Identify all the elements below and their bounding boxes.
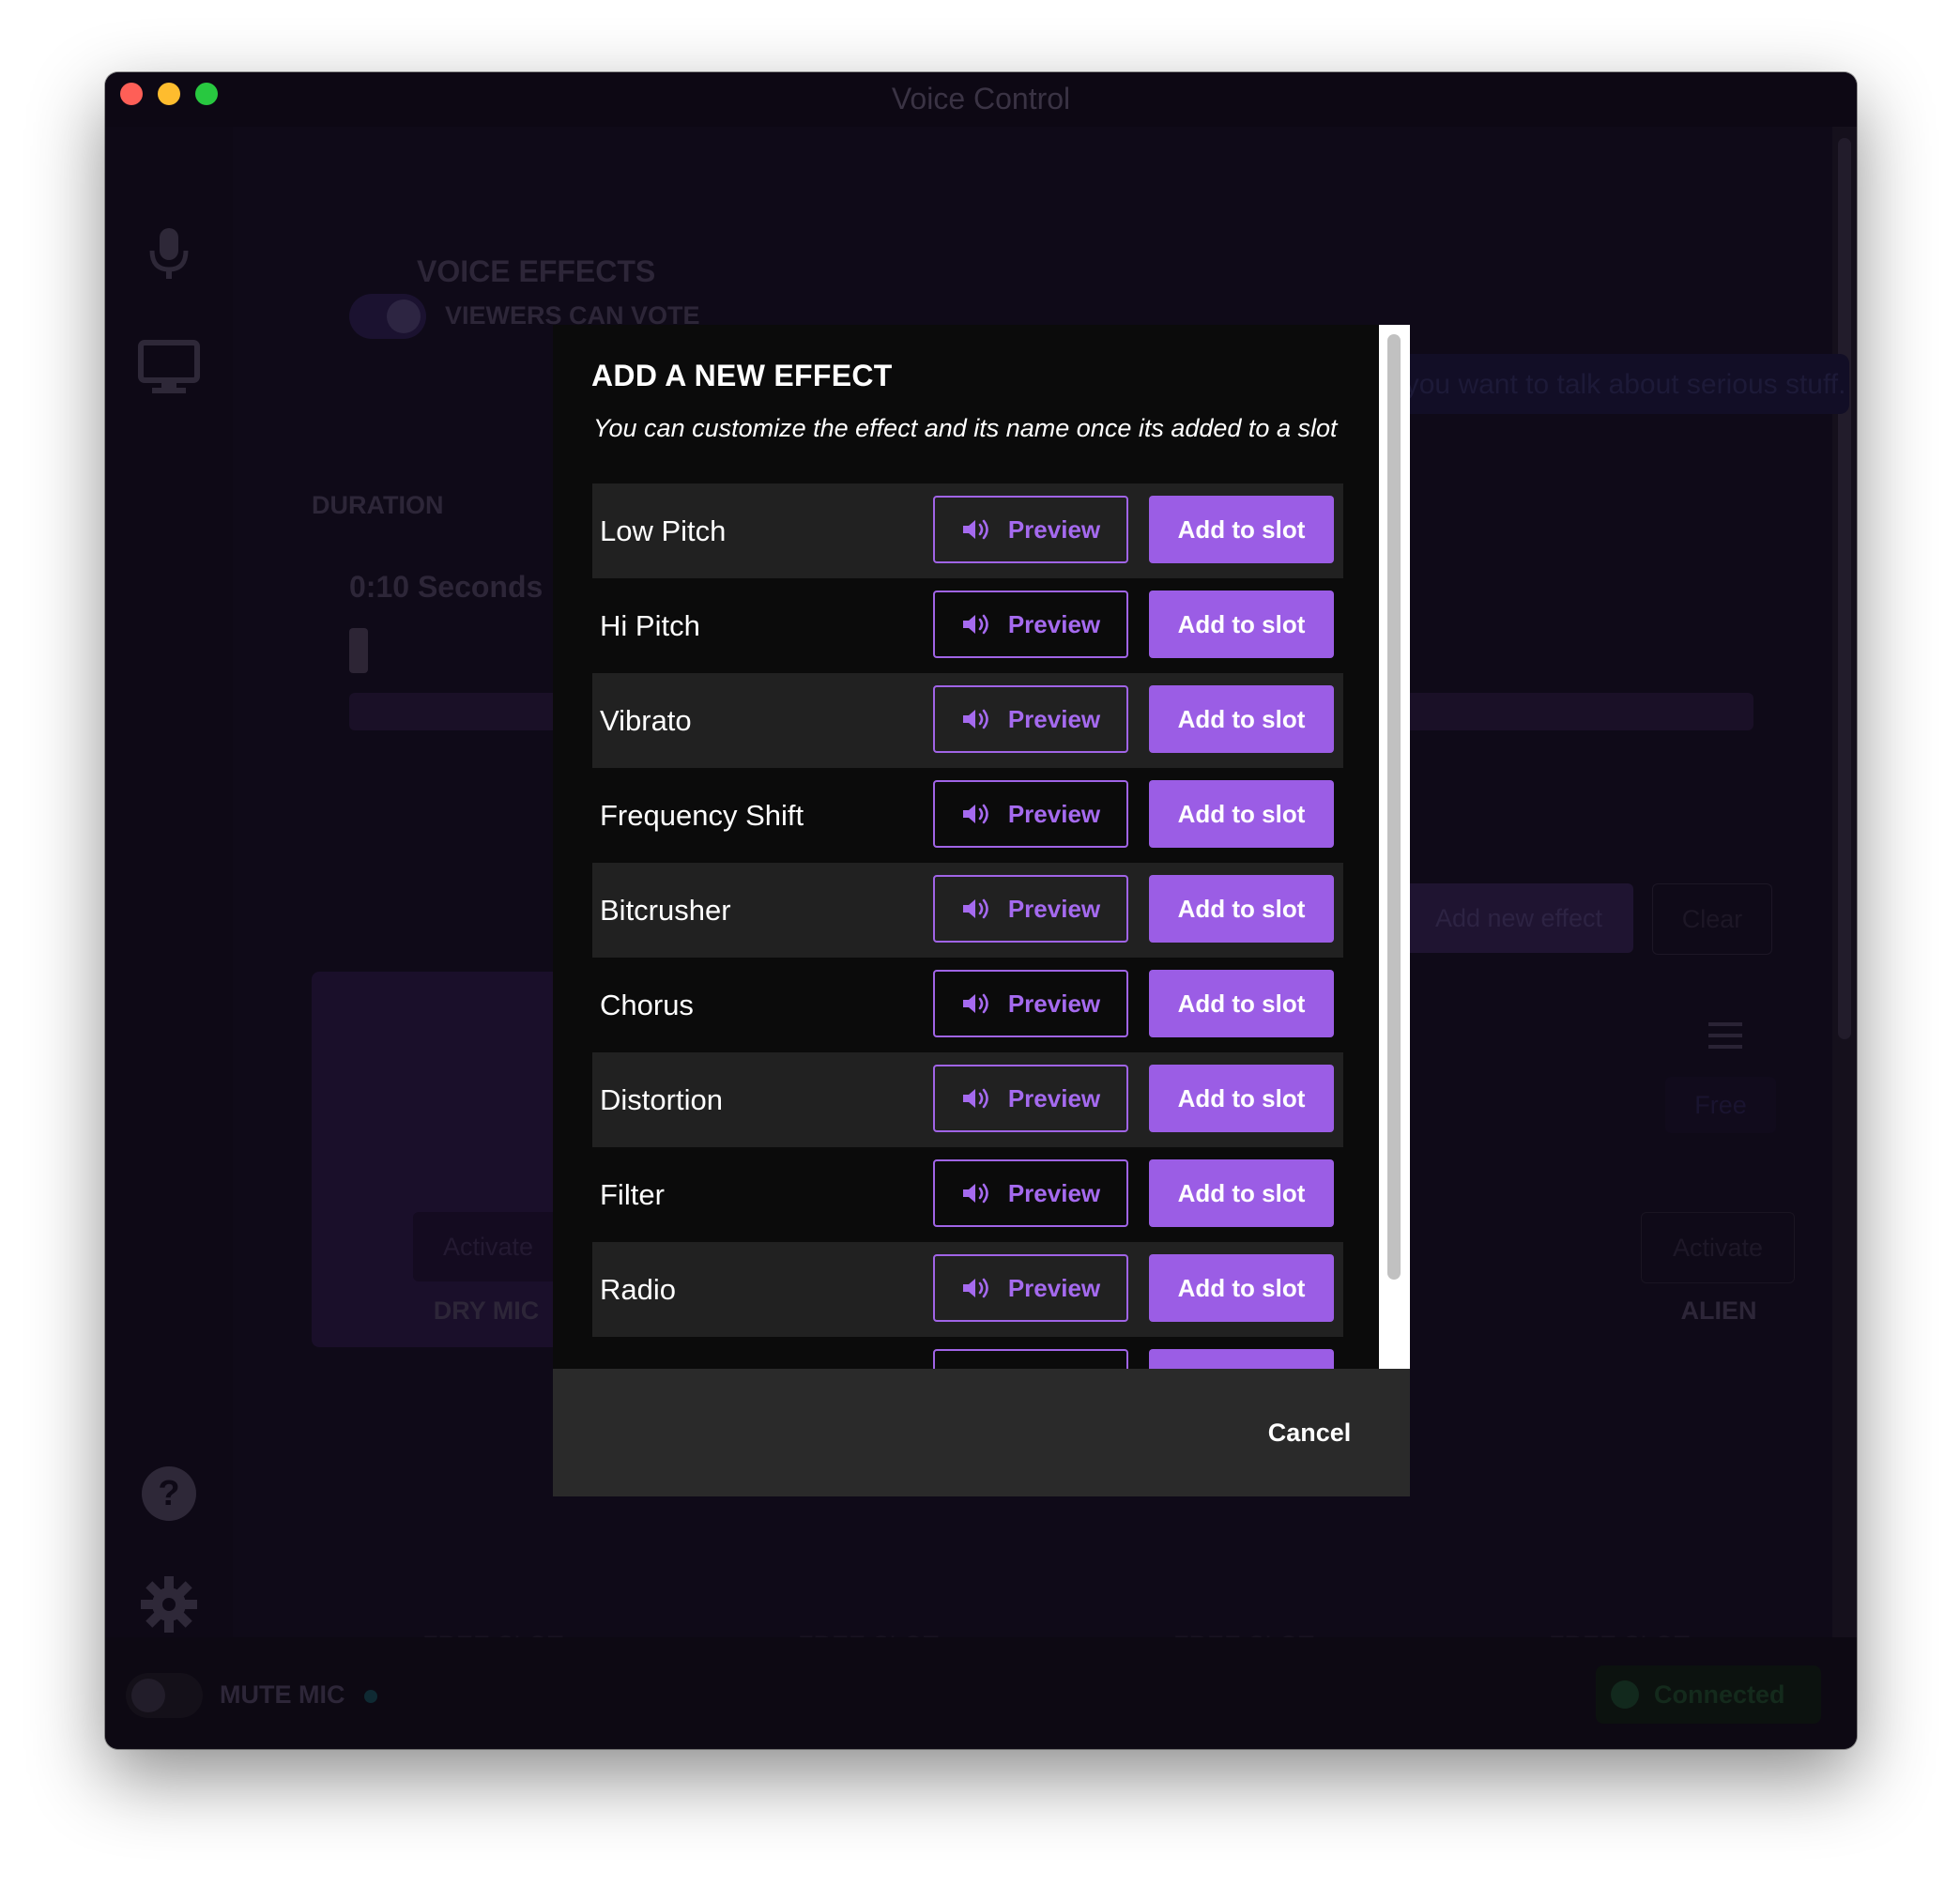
viewers-can-vote-toggle[interactable] (349, 294, 426, 339)
effect-row: Frequency Shift Preview Add to slot (592, 768, 1343, 863)
modal-subtitle: You can customize the effect and its nam… (593, 414, 1338, 442)
preview-button[interactable]: Preview (933, 1159, 1128, 1227)
modal-footer: Cancel (553, 1369, 1410, 1496)
help-icon[interactable]: ? (137, 1462, 201, 1526)
add-to-slot-button[interactable]: Add to slot (1149, 1349, 1334, 1369)
modal-title: ADD A NEW EFFECT (591, 359, 893, 392)
preview-button[interactable]: Preview (933, 1065, 1128, 1132)
activate-button[interactable]: Activate (413, 1212, 563, 1281)
mic-status-dot (364, 1690, 377, 1703)
mute-mic-toggle[interactable] (126, 1673, 203, 1718)
preview-button[interactable]: Preview (933, 1254, 1128, 1322)
effect-name: Chorus (600, 989, 694, 1021)
slot-name: ALIEN (1680, 1296, 1757, 1325)
cancel-button[interactable]: Cancel (1244, 1406, 1375, 1459)
preview-button[interactable]: Preview (933, 875, 1128, 943)
speaker-icon (961, 991, 993, 1016)
effect-name: Radio (600, 1273, 676, 1306)
duration-slider-handle[interactable] (349, 628, 368, 673)
effect-name: Frequency Shift (600, 799, 804, 832)
effect-row: Bitcrusher Preview Add to slot (592, 863, 1343, 958)
activate-button[interactable]: Activate (1641, 1212, 1795, 1283)
preview-button[interactable]: Preview (933, 496, 1128, 563)
preview-button[interactable]: Preview (933, 685, 1128, 753)
effect-row: Radio Preview Add to slot (592, 1242, 1343, 1337)
speaker-icon (961, 802, 993, 826)
section-title: VOICE EFFECTS (417, 254, 656, 288)
effect-name: Filter (600, 1178, 665, 1211)
connection-status: Connected (1596, 1665, 1821, 1724)
effect-row: Low Pitch Preview Add to slot (592, 483, 1343, 578)
preview-label: Preview (1007, 704, 1101, 733)
preview-label: Preview (1007, 1178, 1101, 1207)
window-title: Voice Control (891, 82, 1071, 115)
sidebar: ? (105, 127, 233, 1637)
preview-label: Preview (1007, 1083, 1101, 1112)
speaker-icon (961, 1181, 993, 1205)
add-to-slot-button[interactable]: Add to slot (1149, 1159, 1334, 1227)
title-bar: Voice Control (105, 72, 1857, 127)
slot-card-alien[interactable]: Free Activate ALIEN (1534, 972, 1857, 1347)
clear-button[interactable]: Clear (1652, 883, 1772, 955)
effect-row: Reverb Preview Add to slot (592, 1337, 1343, 1369)
preview-button[interactable]: Preview (933, 591, 1128, 658)
effect-name: Low Pitch (600, 514, 727, 547)
add-to-slot-button[interactable]: Add to slot (1149, 970, 1334, 1037)
modal-scrollbar-thumb[interactable] (1387, 334, 1401, 1280)
effect-name: Bitcrusher (600, 894, 731, 927)
add-to-slot-button[interactable]: Add to slot (1149, 875, 1334, 943)
effect-row: Chorus Preview Add to slot (592, 958, 1343, 1052)
speaker-icon (961, 612, 993, 637)
speaker-icon (961, 517, 993, 542)
preview-button[interactable]: Preview (933, 780, 1128, 848)
effect-row: Hi Pitch Preview Add to slot (592, 578, 1343, 673)
duration-label: DURATION (312, 491, 444, 519)
effect-row: Vibrato Preview Add to slot (592, 673, 1343, 768)
add-to-slot-button[interactable]: Add to slot (1149, 685, 1334, 753)
toggle-knob (387, 299, 421, 333)
modal-scroll-area[interactable]: ADD A NEW EFFECT You can customize the e… (553, 325, 1372, 1369)
speaker-icon (961, 897, 993, 921)
preview-label: Preview (1007, 799, 1101, 828)
monitor-icon[interactable] (137, 335, 201, 399)
preview-label: Preview (1007, 894, 1101, 923)
preview-label: Preview (1007, 609, 1101, 638)
add-to-slot-button[interactable]: Add to slot (1149, 780, 1334, 848)
preview-label: Preview (1007, 989, 1101, 1018)
effect-name: Distortion (600, 1083, 723, 1116)
preview-button[interactable]: Preview (933, 1349, 1128, 1369)
add-to-slot-button[interactable]: Add to slot (1149, 591, 1334, 658)
duration-value: 0:10 Seconds (349, 570, 544, 604)
effect-name: Reverb (600, 1337, 694, 1369)
preview-button[interactable]: Preview (933, 970, 1128, 1037)
speaker-icon (961, 1086, 993, 1111)
effects-list: Low Pitch Preview Add to slot Hi Pitch Previ… (592, 483, 1343, 1369)
main-scrollbar-thumb[interactable] (1838, 138, 1851, 1039)
gear-icon[interactable] (137, 1572, 201, 1636)
effect-row: Distortion Preview Add to slot (592, 1052, 1343, 1147)
add-new-effect-button[interactable]: Add new effect (1404, 883, 1633, 953)
effect-row: Filter Preview Add to slot (592, 1147, 1343, 1242)
connection-status-label: Connected (1654, 1680, 1785, 1709)
add-to-slot-button[interactable]: Add to slot (1149, 1065, 1334, 1132)
effect-name: Hi Pitch (600, 609, 700, 642)
effect-name: Vibrato (600, 704, 692, 737)
add-to-slot-button[interactable]: Add to slot (1149, 1254, 1334, 1322)
bottom-bar: MUTE MIC Connected (105, 1637, 1857, 1749)
speaker-icon (961, 707, 993, 731)
check-icon (1611, 1680, 1639, 1709)
free-badge: Free (1665, 1077, 1776, 1133)
preview-label: Preview (1007, 514, 1101, 544)
microphone-icon[interactable] (137, 221, 201, 284)
svg-text:?: ? (158, 1474, 179, 1513)
mute-mic-label: MUTE MIC (220, 1680, 345, 1709)
preview-label: Preview (1007, 1273, 1101, 1302)
add-to-slot-button[interactable]: Add to slot (1149, 496, 1334, 563)
speaker-icon (961, 1276, 993, 1300)
add-effect-modal: ADD A NEW EFFECT You can customize the e… (553, 325, 1410, 1496)
toggle-knob (131, 1679, 165, 1712)
